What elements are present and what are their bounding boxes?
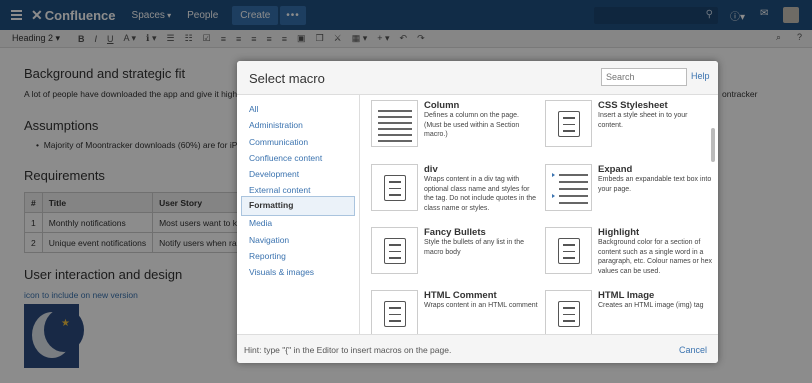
macro-description: Wraps content in an HTML comment [424, 302, 538, 309]
macro-highlight[interactable]: Highlight Background color for a section… [535, 222, 713, 284]
macro-name: HTML Image [598, 290, 655, 301]
macro-description: Insert a style sheet in to your content. [598, 112, 688, 129]
scroll-icon [371, 227, 418, 274]
macro-categories: All Administration Communication Conflue… [237, 95, 360, 334]
macro-description: Wraps content in a div tag with optional… [424, 176, 537, 212]
macro-div[interactable]: div Wraps content in a div tag with opti… [361, 159, 536, 221]
cancel-button[interactable]: Cancel [679, 345, 707, 355]
macro-name: Column [424, 100, 460, 111]
macro-name: Highlight [598, 227, 640, 238]
macro-name: CSS Stylesheet [598, 100, 668, 111]
macro-description: Style the bullets of any list in the mac… [424, 239, 524, 256]
macro-description: Creates an HTML image (img) tag [598, 302, 704, 309]
macro-css-stylesheet[interactable]: CSS Stylesheet Insert a style sheet in t… [535, 95, 710, 157]
dialog-header: Select macro Help [237, 61, 718, 95]
scroll-icon [545, 100, 592, 147]
macro-name: HTML Comment [424, 290, 497, 301]
macro-name: div [424, 164, 438, 175]
macro-list: Column Defines a column on the page. (Mu… [361, 95, 718, 334]
macro-list-scrollbar[interactable] [711, 128, 715, 162]
macro-html-image[interactable]: HTML Image Creates an HTML image (img) t… [535, 285, 710, 334]
macro-html-comment[interactable]: HTML Comment Wraps content in an HTML co… [361, 285, 538, 334]
macro-expand[interactable]: Expand Embeds an expandable text box int… [535, 159, 712, 221]
scroll-icon [545, 227, 592, 274]
macro-fancy-bullets[interactable]: Fancy Bullets Style the bullets of any l… [361, 222, 536, 284]
scroll-icon [371, 290, 418, 334]
category-formatting[interactable]: Formatting [241, 196, 355, 216]
scroll-icon [545, 290, 592, 334]
scroll-icon [371, 164, 418, 211]
expand-icon [545, 164, 592, 211]
category-media[interactable]: Media [241, 214, 355, 232]
dialog-footer: Hint: type "{" in the Editor to insert m… [237, 334, 718, 363]
column-layout-icon [371, 100, 418, 147]
help-link[interactable]: Help [691, 71, 710, 81]
category-administration[interactable]: Administration [241, 116, 355, 134]
macro-name: Expand [598, 164, 633, 175]
macro-description: Background color for a section of conten… [598, 239, 713, 275]
macro-hint: Hint: type "{" in the Editor to insert m… [244, 345, 452, 355]
macro-name: Fancy Bullets [424, 227, 486, 238]
macro-description: Defines a column on the page. (Must be u… [424, 112, 520, 138]
category-visuals-images[interactable]: Visuals & images [241, 263, 355, 281]
macro-description: Embeds an expandable text box into your … [598, 176, 712, 193]
macro-column[interactable]: Column Defines a column on the page. (Mu… [361, 95, 536, 157]
macro-search-input[interactable] [601, 68, 687, 86]
select-macro-dialog: Select macro Help All Administration Com… [237, 61, 718, 363]
dialog-title: Select macro [249, 71, 325, 86]
